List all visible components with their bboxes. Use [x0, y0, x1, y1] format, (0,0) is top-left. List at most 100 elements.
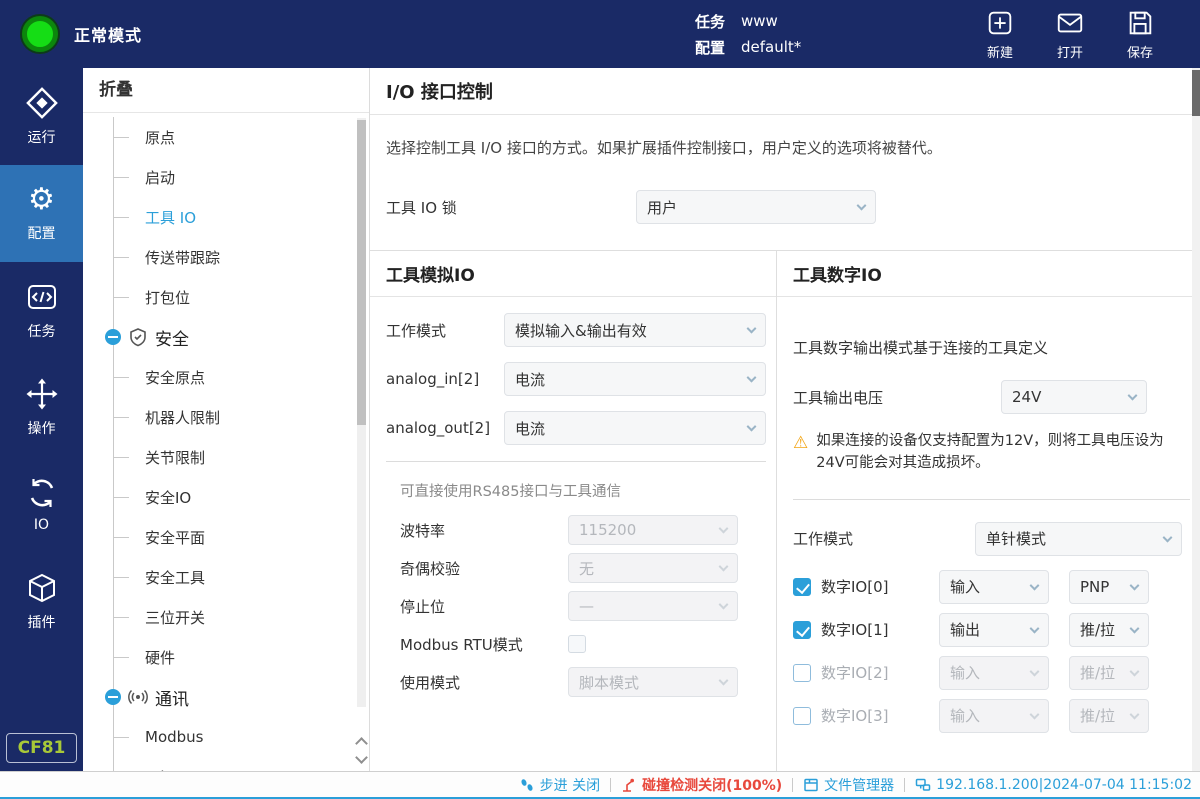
tree-group-safety[interactable]: 安全: [83, 317, 369, 357]
tree-item-ethernet-ip[interactable]: EtherNet/IP: [83, 757, 369, 771]
analog-out-select[interactable]: 电流: [504, 411, 766, 445]
use-mode-label: 使用模式: [400, 672, 568, 693]
digital-io-0-checkbox[interactable]: [793, 578, 811, 596]
robot-mode-area: 正常模式: [0, 16, 320, 52]
tree-item-three-position-switch[interactable]: 三位开关: [83, 597, 369, 637]
warning-icon: ⚠: [793, 430, 808, 475]
digital-io-2-checkbox[interactable]: [793, 664, 811, 682]
main-sidebar: 运行 ⚙ 配置 任务 操作: [0, 68, 83, 771]
sidebar-item-run[interactable]: 运行: [0, 68, 83, 165]
tree-group-communication[interactable]: 通讯: [83, 677, 369, 717]
tree-item-safety-tool[interactable]: 安全工具: [83, 557, 369, 597]
analog-work-mode-label: 工作模式: [386, 320, 504, 341]
new-button-label: 新建: [987, 42, 1013, 61]
modbus-rtu-checkbox: [568, 635, 586, 653]
digital-io-3-type-select: 推/拉: [1069, 699, 1149, 733]
digital-io-row-2: 数字IO[2] 输入 推/拉: [793, 656, 1190, 690]
digital-work-mode-select[interactable]: 单针模式: [975, 522, 1182, 556]
cube-icon: [25, 571, 59, 605]
digital-io-0-direction-select[interactable]: 输入: [939, 570, 1049, 604]
save-icon: [1125, 8, 1155, 38]
collision-detection-status[interactable]: 碰撞检测关闭(100%): [621, 775, 782, 795]
chevron-down-icon: [1030, 624, 1040, 634]
digital-io-1-label: 数字IO[1]: [821, 619, 939, 640]
network-status[interactable]: 192.168.1.200|2024-07-04 11:15:02: [915, 777, 1192, 793]
network-icon: [915, 777, 931, 793]
output-voltage-select[interactable]: 24V: [1001, 380, 1147, 414]
collapse-toggle-icon[interactable]: [105, 329, 121, 345]
tree-item-safety-io[interactable]: 安全IO: [83, 477, 369, 517]
tree-item-origin[interactable]: 原点: [83, 117, 369, 157]
config-value[interactable]: default*: [741, 38, 801, 56]
tree-item-tool-io[interactable]: 工具 IO: [83, 197, 369, 237]
tree-item-packing[interactable]: 打包位: [83, 277, 369, 317]
sidebar-item-io[interactable]: IO: [0, 456, 83, 553]
digital-io-1-checkbox[interactable]: [793, 621, 811, 639]
digital-io-0-type-select[interactable]: PNP: [1069, 570, 1149, 604]
mode-label: 正常模式: [74, 22, 142, 46]
analog-in-label: analog_in[2]: [386, 370, 504, 388]
new-button[interactable]: 新建: [985, 8, 1015, 61]
tree-item-safety-plane[interactable]: 安全平面: [83, 517, 369, 557]
controller-id-badge[interactable]: CF81: [6, 733, 77, 763]
tree-scrollbar-thumb[interactable]: [357, 120, 366, 425]
run-icon: [25, 86, 59, 120]
scroll-up-icon[interactable]: [354, 735, 368, 747]
open-icon: [1055, 8, 1085, 38]
tree-item-modbus[interactable]: Modbus: [83, 717, 369, 757]
chevron-down-icon: [1130, 624, 1140, 634]
page-title: I/O 接口控制: [370, 68, 1200, 115]
tree-list: 原点 启动 工具 IO 传送带跟踪 打包位 安全 安全原点 机器人限制 关节限制…: [83, 113, 369, 771]
open-button[interactable]: 打开: [1055, 8, 1085, 61]
sidebar-item-label: 运行: [28, 127, 56, 147]
content-scrollbar[interactable]: [1192, 68, 1200, 771]
digital-io-1-type-select[interactable]: 推/拉: [1069, 613, 1149, 647]
rs485-note: 可直接使用RS485接口与工具通信: [400, 480, 766, 501]
analog-out-label: analog_out[2]: [386, 419, 504, 437]
sidebar-item-config[interactable]: ⚙ 配置: [0, 165, 83, 262]
tree-item-hardware[interactable]: 硬件: [83, 637, 369, 677]
digital-io-3-label: 数字IO[3]: [821, 705, 939, 726]
analog-section-title: 工具模拟IO: [370, 251, 776, 297]
chevron-down-icon: [1130, 581, 1140, 591]
digital-io-1-direction-select[interactable]: 输出: [939, 613, 1049, 647]
chevron-down-icon: [1030, 710, 1040, 720]
chevron-down-icon: [1030, 667, 1040, 677]
separator: [610, 778, 611, 792]
chevron-down-icon: [1130, 710, 1140, 720]
tree-item-robot-limits[interactable]: 机器人限制: [83, 397, 369, 437]
analog-work-mode-select[interactable]: 模拟输入&输出有效: [504, 313, 766, 347]
task-value[interactable]: www: [741, 12, 778, 30]
chevron-down-icon: [1130, 667, 1140, 677]
tree-item-joint-limits[interactable]: 关节限制: [83, 437, 369, 477]
tool-io-lock-select[interactable]: 用户: [636, 190, 876, 224]
sidebar-item-label: 插件: [28, 612, 56, 632]
robot-status-indicator-icon[interactable]: [22, 16, 58, 52]
tree-item-safety-origin[interactable]: 安全原点: [83, 357, 369, 397]
tree-collapse-header[interactable]: 折叠: [83, 68, 369, 113]
rs485-subsection: 可直接使用RS485接口与工具通信 波特率 115200 奇偶校验 无: [386, 461, 766, 697]
tree-item-startup[interactable]: 启动: [83, 157, 369, 197]
collapse-toggle-icon[interactable]: [105, 689, 121, 705]
save-button[interactable]: 保存: [1125, 8, 1155, 61]
config-tree-panel: 折叠 原点 启动 工具 IO 传送带跟踪 打包位 安全 安全原点 机器人限制 关…: [83, 68, 370, 771]
content-scrollbar-thumb[interactable]: [1192, 70, 1200, 116]
gear-icon: ⚙: [28, 184, 55, 216]
tree-scrollbar[interactable]: [357, 118, 366, 707]
digital-work-mode-label: 工作模式: [793, 528, 975, 549]
tree-item-conveyor[interactable]: 传送带跟踪: [83, 237, 369, 277]
chevron-down-icon: [1163, 533, 1173, 543]
sidebar-item-plugin[interactable]: 插件: [0, 553, 83, 650]
digital-io-3-checkbox[interactable]: [793, 707, 811, 725]
sidebar-item-operate[interactable]: 操作: [0, 359, 83, 456]
analog-in-select[interactable]: 电流: [504, 362, 766, 396]
chevron-down-icon: [1030, 581, 1040, 591]
scroll-down-icon[interactable]: [354, 753, 368, 765]
sidebar-item-task[interactable]: 任务: [0, 262, 83, 359]
file-manager-button[interactable]: 文件管理器: [803, 775, 894, 795]
baud-rate-select: 115200: [568, 515, 738, 545]
top-header: 正常模式 任务 www 配置 default* 新建: [0, 0, 1200, 68]
header-actions: 新建 打开 保存: [985, 8, 1200, 61]
step-mode-status[interactable]: 步进 关闭: [519, 775, 600, 795]
footsteps-icon: [519, 777, 535, 793]
